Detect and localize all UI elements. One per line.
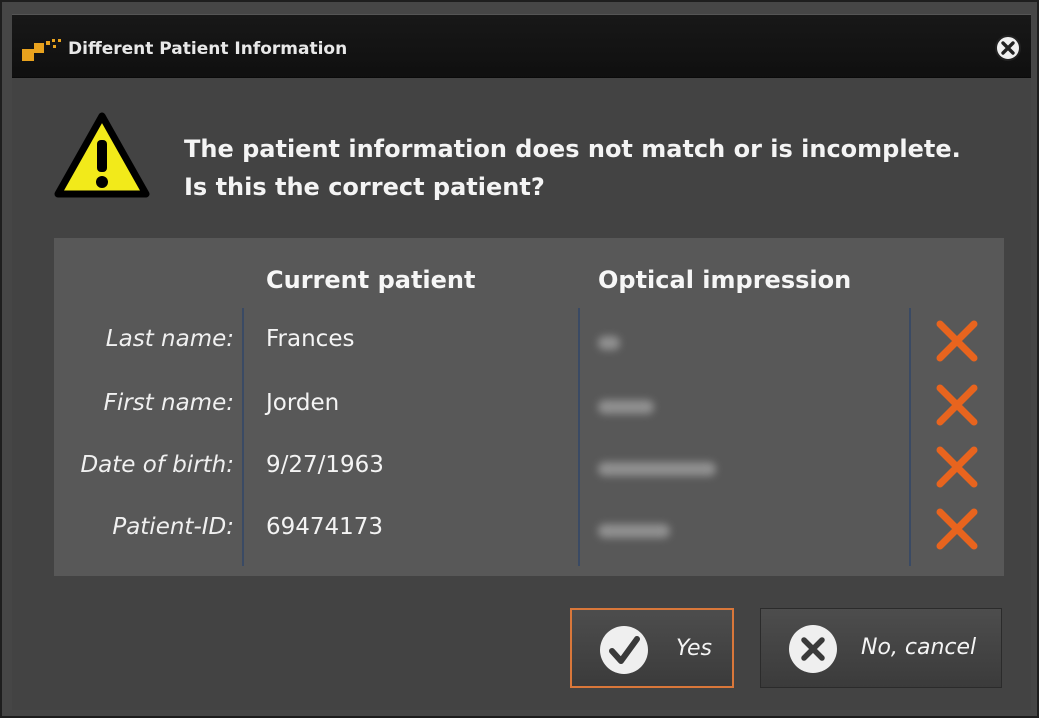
patient-mismatch-dialog: Different Patient Information The patien… <box>0 0 1039 718</box>
optical-first-name-redacted <box>598 400 654 414</box>
column-divider <box>578 308 580 566</box>
column-divider <box>909 308 911 566</box>
yes-button[interactable]: Yes <box>570 608 734 688</box>
column-header-optical: Optical impression <box>598 266 852 294</box>
dialog-content: The patient information does not match o… <box>12 78 1031 710</box>
column-header-current: Current patient <box>266 266 476 294</box>
checkmark-circle-icon <box>600 626 648 674</box>
optical-patient-id-redacted <box>598 524 670 538</box>
yes-button-label: Yes <box>676 636 713 661</box>
comparison-table: Current patient Optical impression Last … <box>54 238 1004 576</box>
current-first-name: Jorden <box>266 390 340 416</box>
warning-triangle-icon <box>54 112 150 198</box>
warning-message: The patient information does not match o… <box>184 130 961 206</box>
current-last-name: Frances <box>266 326 355 352</box>
cross-icon <box>936 446 978 488</box>
close-icon[interactable] <box>993 33 1023 63</box>
cross-icon <box>936 384 978 426</box>
app-logo-icon <box>22 39 61 61</box>
row-label-first-name: First name: <box>103 390 234 416</box>
current-date-of-birth: 9/27/1963 <box>266 452 384 478</box>
x-circle-icon <box>789 625 837 673</box>
warning-message-line2: Is this the correct patient? <box>184 173 545 201</box>
row-label-date-of-birth: Date of birth: <box>80 452 234 478</box>
title-bar: Different Patient Information <box>12 14 1031 79</box>
no-cancel-button[interactable]: No, cancel <box>760 608 1002 688</box>
current-patient-id: 69474173 <box>266 514 384 540</box>
column-divider <box>242 308 244 566</box>
row-label-last-name: Last name: <box>105 326 234 352</box>
cross-icon <box>936 508 978 550</box>
cross-icon <box>936 320 978 362</box>
dialog-title: Different Patient Information <box>68 39 348 59</box>
no-cancel-button-label: No, cancel <box>861 635 977 660</box>
row-label-patient-id: Patient-ID: <box>112 514 234 540</box>
optical-date-of-birth-redacted <box>598 462 716 476</box>
warning-message-line1: The patient information does not match o… <box>184 135 961 163</box>
optical-last-name-redacted <box>598 336 620 350</box>
